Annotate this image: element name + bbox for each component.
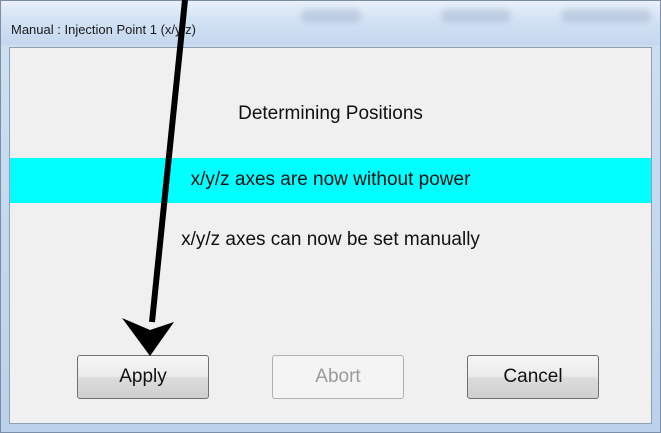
cancel-button[interactable]: Cancel [467,355,599,399]
info-message: x/y/z axes can now be set manually [181,229,480,250]
dialog-body: Determining Positions x/y/z axes are now… [9,47,652,424]
window-title: Manual : Injection Point 1 (x/y/z) [11,22,196,37]
dialog-heading: Determining Positions [238,103,423,124]
apply-button[interactable]: Apply [77,355,209,399]
dialog-window: Manual : Injection Point 1 (x/y/z) Deter… [0,0,661,433]
status-highlight-bar: x/y/z axes are now without power [10,158,651,203]
status-message: x/y/z axes are now without power [190,169,471,190]
title-bar-blur [301,9,361,23]
title-bar[interactable]: Manual : Injection Point 1 (x/y/z) [1,1,660,45]
abort-button: Abort [272,355,404,399]
title-bar-blur [441,9,511,23]
title-bar-blur [561,9,651,23]
